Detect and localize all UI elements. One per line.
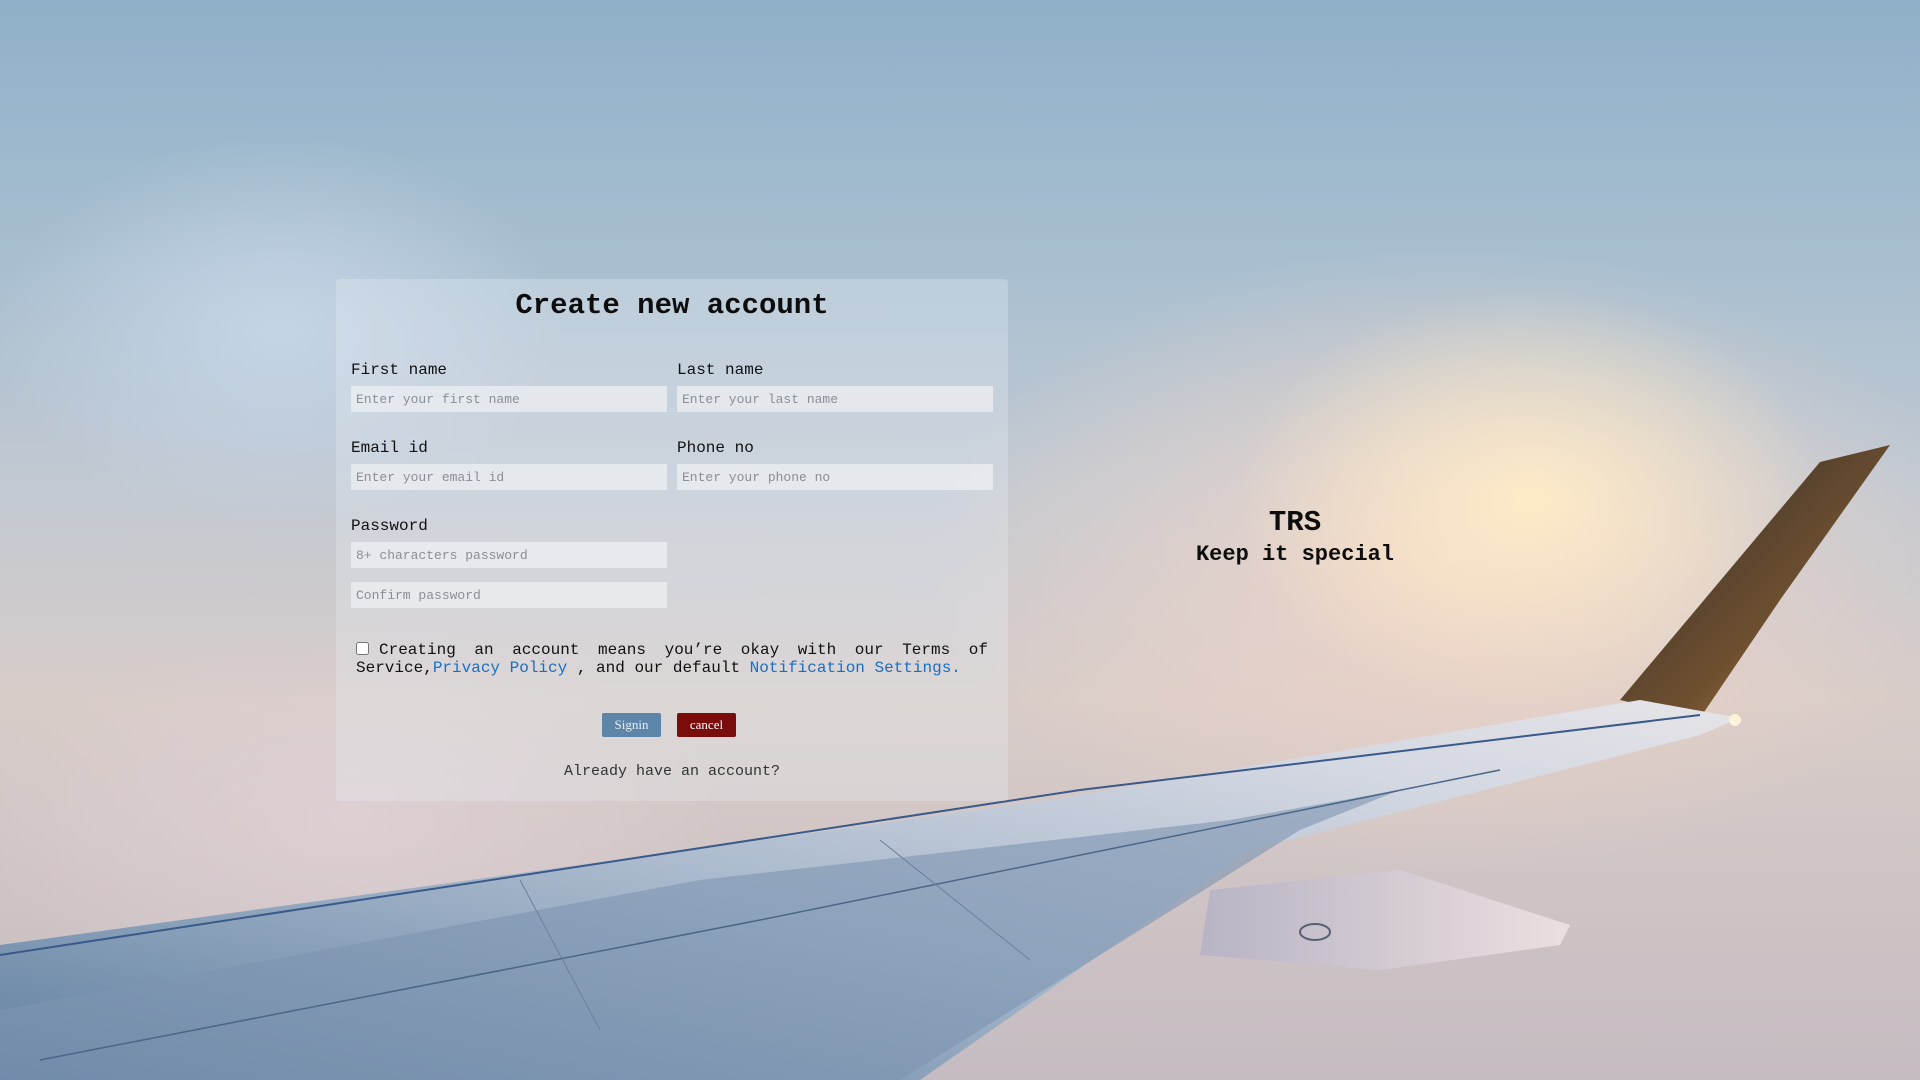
terms-text-middle: , and our default (567, 659, 750, 677)
privacy-policy-link[interactable]: Privacy Policy (433, 659, 567, 677)
form-title: Create new account (515, 289, 829, 322)
brand-block: TRS Keep it special (1145, 506, 1445, 570)
phone-label: Phone no (677, 439, 754, 457)
already-have-account-link[interactable]: Already have an account? (336, 763, 1008, 780)
notification-settings-link[interactable]: Notification Settings. (750, 659, 961, 677)
signin-button[interactable]: Signin (602, 713, 661, 737)
cancel-button[interactable]: cancel (677, 713, 736, 737)
first-name-input[interactable] (351, 386, 667, 412)
phone-input[interactable] (677, 464, 993, 490)
email-input[interactable] (351, 464, 667, 490)
last-name-input[interactable] (677, 386, 993, 412)
password-input[interactable] (351, 542, 667, 568)
brand-name: TRS (1268, 506, 1322, 539)
password-label: Password (351, 517, 428, 535)
signup-form-card: Create new account First name Last name … (336, 279, 1008, 801)
last-name-label: Last name (677, 361, 764, 379)
email-label: Email id (351, 439, 428, 457)
terms-checkbox[interactable] (356, 642, 369, 655)
first-name-label: First name (351, 361, 448, 379)
terms-agreement: Creating an account means you’re okay wi… (356, 641, 988, 677)
confirm-password-input[interactable] (351, 582, 667, 608)
brand-tagline: Keep it special (1195, 542, 1395, 567)
